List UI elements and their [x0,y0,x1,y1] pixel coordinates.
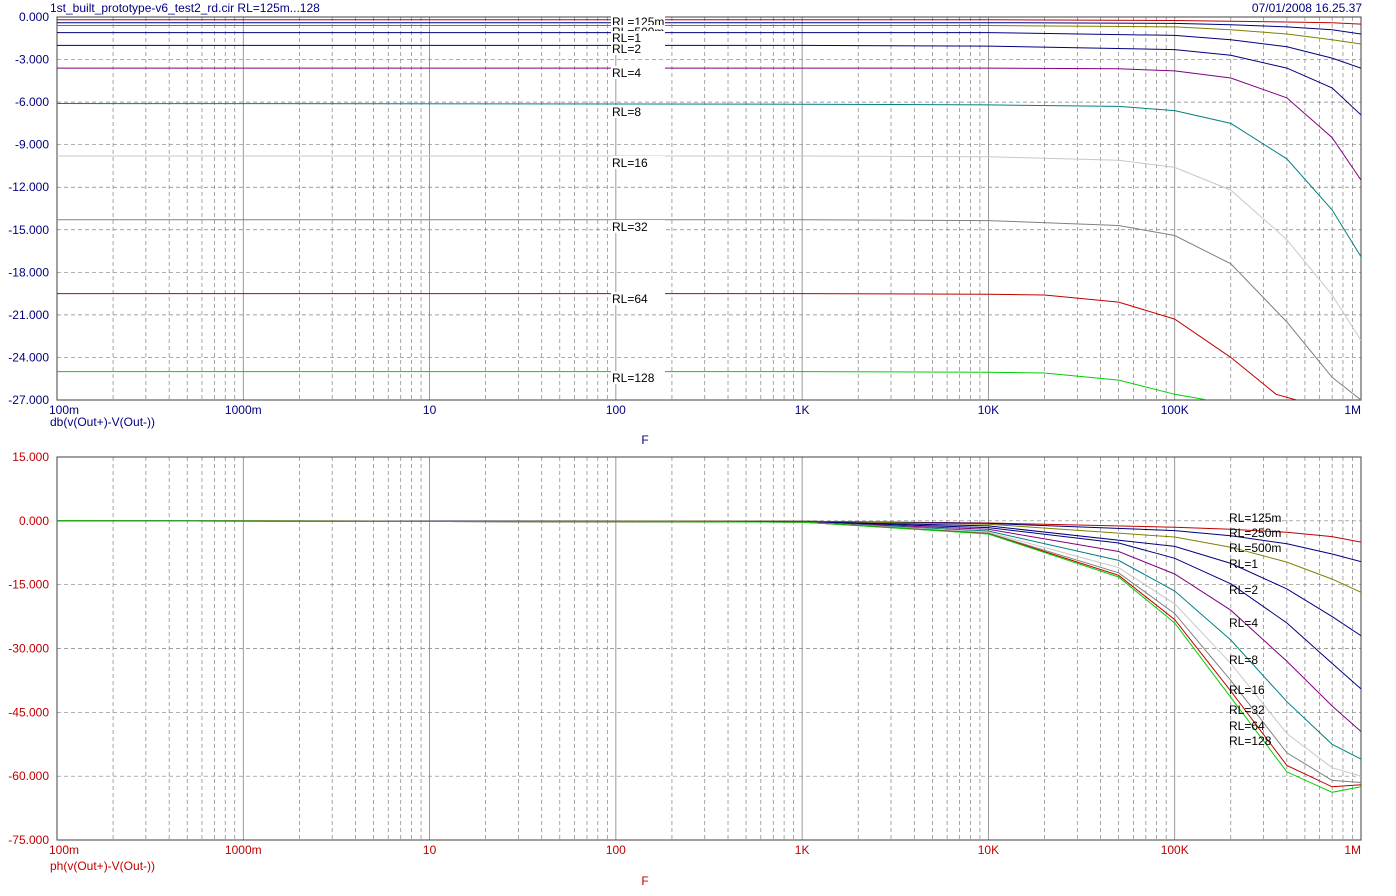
series-line[interactable] [57,520,1361,593]
x-axis-label: F [641,874,648,888]
y-tick-label: -12.000 [8,180,49,194]
series-label: RL=16 [1229,683,1265,697]
series-line[interactable] [57,520,1361,732]
series-label: RL=4 [612,66,641,80]
series-line[interactable] [57,520,1361,637]
x-tick-label: 100K [1161,403,1189,417]
x-tick-label: 1K [795,403,810,417]
series-label: RL=2 [612,42,641,56]
x-tick-label: 10 [423,843,437,857]
y-tick-label: -60.000 [8,769,49,783]
series-label: RL=64 [1229,719,1265,733]
x-tick-label: 100 [606,843,626,857]
y-tick-label: 15.000 [12,450,49,464]
series-label: RL=500m [1229,541,1281,555]
x-tick-label: 10 [423,403,437,417]
series-group [57,520,1361,793]
y-tick-label: -21.000 [8,308,49,322]
series-line[interactable] [57,155,1361,341]
y-tick-label: -18.000 [8,265,49,279]
series-line[interactable] [57,25,1361,45]
y-tick-label: -27.000 [8,393,49,407]
y-tick-label: -15.000 [8,578,49,592]
x-tick-label: 1000m [225,403,262,417]
y-tick-label: -24.000 [8,350,49,364]
phase-panel[interactable]: 15.000 0.000 -15.000 -30.000 -45.000 -60.000 -… [8,450,1362,888]
x-tick-label: 100K [1161,843,1189,857]
series-label: RL=125m [1229,511,1281,525]
series-line[interactable] [57,520,1361,760]
series-label: RL=1 [1229,557,1258,571]
series-line[interactable] [57,520,1361,783]
y-axis-label: db(v(Out+)-V(Out-)) [50,415,155,429]
series-label: RL=250m [1229,526,1281,540]
plot-frame [56,16,1362,401]
y-tick-label: -75.000 [8,833,49,847]
x-tick-label: 1M [1344,403,1361,417]
series-label: RL=2 [1229,583,1258,597]
x-tick-label: 10K [978,403,999,417]
series-label: RL=128 [1229,734,1272,748]
series-line[interactable] [57,520,1361,543]
y-tick-label: 0.000 [19,514,49,528]
series-label: RL=8 [1229,653,1258,667]
series-line[interactable] [57,520,1361,788]
series-label: RL=16 [612,156,648,170]
x-tick-label: 1K [795,843,810,857]
magnitude-panel[interactable]: 0.000 -3.000 -6.000 -9.000 -12.000 -15.000 -18… [8,10,1362,447]
series-line[interactable] [57,520,1361,690]
series-group [57,19,1361,400]
series-label: RL=4 [1229,616,1258,630]
series-line[interactable] [57,520,1361,793]
x-axis-label: F [641,433,648,447]
x-tick-label: 10K [978,843,999,857]
series-label: RL=128 [612,371,655,385]
x-tick-label: 1M [1344,843,1361,857]
y-tick-label: -6.000 [15,95,49,109]
y-axis-label: ph(v(Out+)-V(Out-)) [50,859,155,873]
x-tick-label: 100m [49,843,79,857]
x-tick-label: 1000m [225,843,262,857]
series-label: RL=32 [612,220,648,234]
y-tick-label: -3.000 [15,53,49,67]
y-tick-label: -9.000 [15,138,49,152]
y-tick-label: -30.000 [8,642,49,656]
series-label: RL=64 [612,292,648,306]
series-label: RL=32 [1229,703,1265,717]
series-line[interactable] [57,67,1361,181]
y-tick-label: 0.000 [19,10,49,24]
x-tick-label: 100 [606,403,626,417]
series-line[interactable] [57,219,1361,400]
y-tick-label: -45.000 [8,705,49,719]
series-line[interactable] [57,32,1361,69]
bode-plot[interactable]: 0.000 -3.000 -6.000 -9.000 -12.000 -15.000 -18… [0,0,1396,896]
series-label: RL=8 [612,105,641,119]
y-tick-label: -15.000 [8,223,49,237]
